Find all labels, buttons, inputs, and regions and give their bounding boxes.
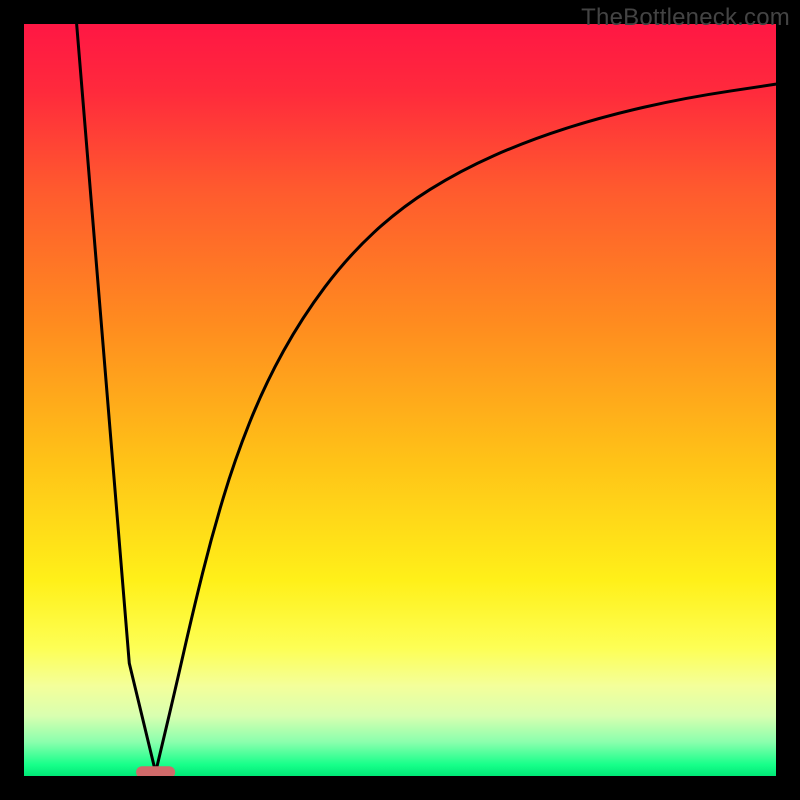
chart-frame xyxy=(24,24,776,776)
watermark-text: TheBottleneck.com xyxy=(581,4,790,32)
minimum-marker xyxy=(136,766,175,776)
bottleneck-chart xyxy=(24,24,776,776)
gradient-background xyxy=(24,24,776,776)
